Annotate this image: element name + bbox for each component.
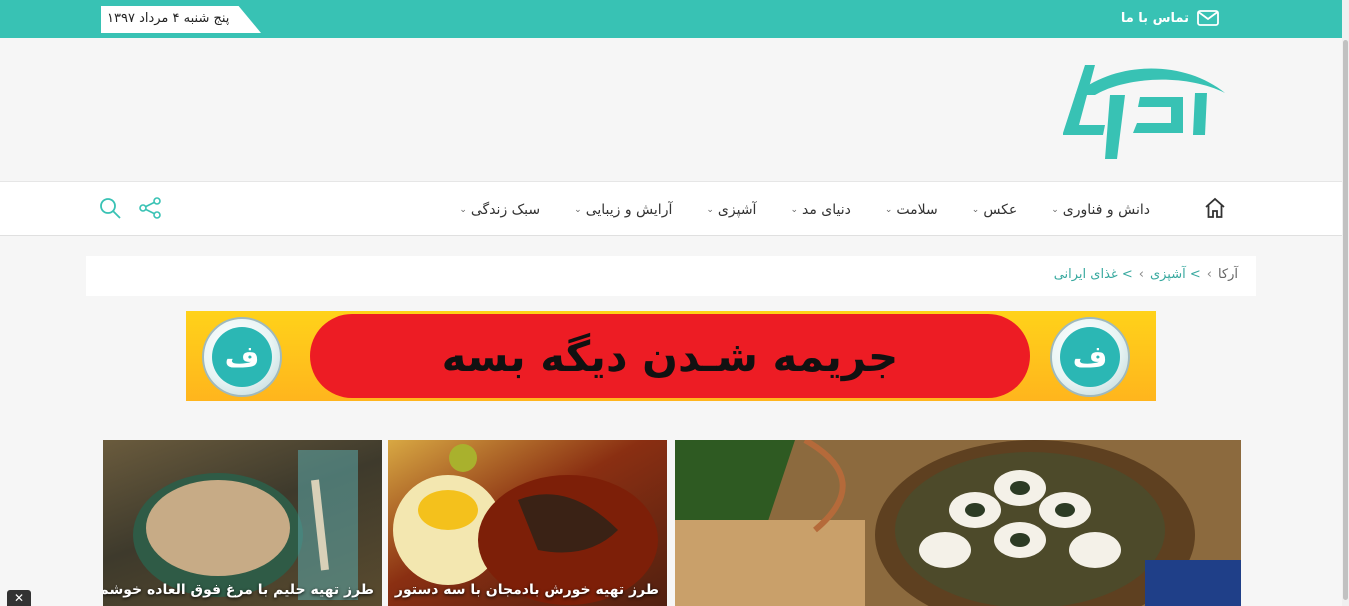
breadcrumb-home[interactable]: آرکا	[1218, 267, 1238, 282]
breadcrumb: آرکا › > آشپزی › > غذای ایرانی	[86, 256, 1256, 296]
nav-item-science-tech[interactable]: دانش و فناوری ⌄	[1051, 202, 1150, 218]
chevron-down-icon: ⌄	[1051, 204, 1059, 215]
chevron-down-icon: ⌄	[459, 204, 467, 215]
article-card-khoresh[interactable]: طرز تهیه خورش بادمجان با سه دستور	[388, 440, 667, 606]
share-icon[interactable]	[138, 196, 162, 220]
nav-item-photo[interactable]: عکس ⌄	[972, 202, 1017, 218]
chevron-down-icon: ⌄	[971, 204, 980, 215]
nav-item-fashion[interactable]: دنیای مد ⌄	[790, 202, 850, 218]
site-logo[interactable]	[1055, 55, 1230, 165]
breadcrumb-separator: ›	[1138, 267, 1144, 282]
page-scrollbar[interactable]	[1342, 0, 1349, 606]
banner-text: جریمه شـدن دیگه بسه	[441, 331, 899, 381]
chevron-down-icon: ⌄	[574, 204, 582, 215]
search-icon[interactable]	[98, 196, 122, 220]
scrollbar-thumb[interactable]	[1343, 40, 1348, 600]
nav-item-beauty[interactable]: آرایش و زیبایی ⌄	[574, 202, 672, 218]
breadcrumb-cooking[interactable]: > آشپزی	[1150, 267, 1201, 282]
banner-badge-glyph: ف	[1060, 327, 1120, 387]
banner-badge-right: ف	[1050, 317, 1130, 397]
date-box: پنج شنبه ۴ مرداد ۱۳۹۷	[101, 6, 261, 33]
chevron-down-icon: ⌄	[706, 204, 714, 215]
nav-item-cooking[interactable]: آشپزی ⌄	[706, 202, 756, 218]
chevron-down-icon: ⌄	[790, 204, 798, 215]
chevron-down-icon: ⌄	[884, 204, 893, 215]
top-bar: پنج شنبه ۴ مرداد ۱۳۹۷ تماس با ما	[0, 0, 1349, 38]
breadcrumb-separator: ›	[1206, 267, 1212, 282]
home-icon[interactable]	[1203, 196, 1227, 220]
article-title: طرز تهیه خورش بادمجان با سه دستور	[394, 582, 659, 598]
nav-item-health[interactable]: سلامت ⌄	[885, 202, 938, 218]
breadcrumb-trail: آرکا › > آشپزی › > غذای ایرانی	[1054, 267, 1238, 282]
banner-badge-left: ف	[202, 317, 282, 397]
banner-ad[interactable]: ف جریمه شـدن دیگه بسه ف	[186, 311, 1156, 401]
mail-icon	[1197, 10, 1219, 26]
nav-item-lifestyle[interactable]: سبک زندگی ⌄	[459, 202, 540, 218]
close-icon[interactable]: ✕	[7, 590, 31, 606]
featured-image	[675, 440, 1241, 606]
breadcrumb-iranian-food[interactable]: > غذای ایرانی	[1054, 267, 1133, 282]
article-title: طرز تهیه حلیم با مرغ فوق العاده خوشمزه	[103, 582, 374, 598]
current-date: پنج شنبه ۴ مرداد ۱۳۹۷	[107, 11, 230, 26]
contact-us-link[interactable]: تماس با ما	[1121, 10, 1219, 26]
nav-menu: سبک زندگی ⌄ آرایش و زیبایی ⌄ آشپزی ⌄ دنیای …	[459, 182, 1150, 237]
article-card-haleem[interactable]: طرز تهیه حلیم با مرغ فوق العاده خوشمزه	[103, 440, 382, 606]
banner-pill: جریمه شـدن دیگه بسه	[310, 314, 1030, 398]
contact-us-label: تماس با ما	[1120, 10, 1189, 26]
article-card-featured[interactable]	[675, 440, 1241, 606]
main-nav: سبک زندگی ⌄ آرایش و زیبایی ⌄ آشپزی ⌄ دنیای …	[0, 181, 1342, 236]
banner-badge-glyph: ف	[212, 327, 272, 387]
